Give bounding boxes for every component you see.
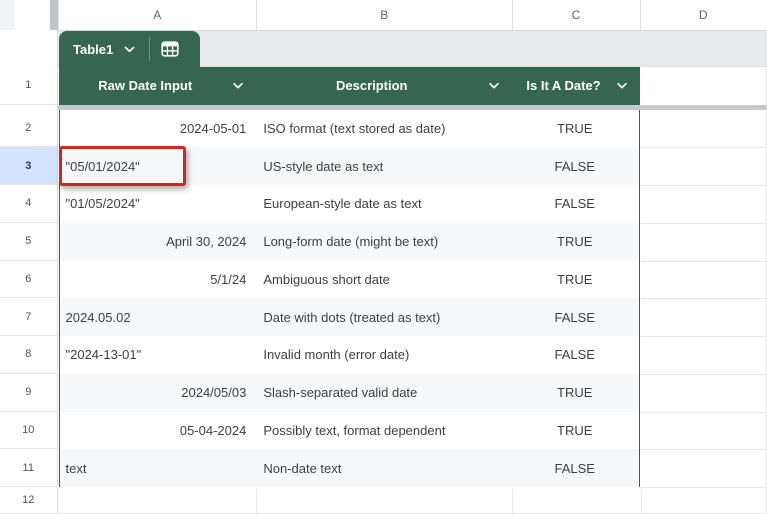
gutter-corner	[0, 0, 15, 30]
row-header-5[interactable]: 5	[0, 223, 57, 261]
cell-raw-date-input[interactable]: 2024/05/03	[60, 374, 257, 412]
row-header-2[interactable]: 2	[0, 110, 57, 148]
chevron-down-icon[interactable]	[616, 82, 628, 90]
row-header-12[interactable]: 12	[0, 487, 57, 514]
cell-is-it-a-date[interactable]: TRUE	[511, 261, 639, 299]
cell-is-it-a-date[interactable]: TRUE	[511, 374, 639, 412]
row-header-4[interactable]: 4	[0, 185, 57, 223]
table-row: 05-04-2024Possibly text, format dependen…	[60, 412, 639, 450]
cell-description[interactable]: Possibly text, format dependent	[256, 412, 511, 450]
gridline	[641, 374, 767, 375]
cell-raw-date-input[interactable]: text	[60, 449, 257, 487]
column-header-strip: ABCD	[0, 0, 767, 31]
table-row: "05/01/2024"US-style date as textFALSE	[60, 147, 639, 185]
gridline	[641, 298, 767, 299]
table-grid-icon[interactable]	[161, 41, 179, 57]
column-header-C[interactable]: C	[512, 0, 640, 30]
row-header-10[interactable]: 10	[0, 412, 57, 450]
gridline	[641, 412, 767, 413]
chevron-down-icon[interactable]	[123, 45, 136, 54]
cell-raw-date-input[interactable]: 5/1/24	[60, 261, 257, 299]
cell-raw-date-input[interactable]: "01/05/2024"	[60, 185, 257, 223]
cell-raw-date-input[interactable]: April 30, 2024	[60, 223, 257, 261]
cell-raw-date-input[interactable]: 2024-05-01	[60, 110, 257, 148]
row-header-8[interactable]: 8	[0, 336, 57, 374]
cell-raw-date-input[interactable]: "05/01/2024"	[60, 147, 257, 185]
gridline	[641, 487, 767, 488]
column-header-description[interactable]: Description	[256, 67, 512, 105]
table-row: "2024-13-01"Invalid month (error date)FA…	[60, 336, 639, 374]
row-header-11[interactable]: 11	[0, 449, 57, 487]
gridline	[641, 336, 767, 337]
cell-is-it-a-date[interactable]: FALSE	[511, 449, 639, 487]
spreadsheet: ABCD Table1 Raw Date Input Descriptio	[0, 0, 767, 514]
cell-is-it-a-date[interactable]: FALSE	[511, 185, 639, 223]
row-header-1[interactable]: 1	[0, 67, 57, 105]
row-header-7[interactable]: 7	[0, 298, 57, 336]
cell-is-it-a-date[interactable]: FALSE	[511, 147, 639, 185]
gridline	[641, 261, 767, 262]
gutter-corner-bar	[50, 0, 58, 30]
table-row: April 30, 2024Long-form date (might be t…	[60, 223, 639, 261]
chevron-down-icon[interactable]	[488, 82, 500, 90]
gridline	[512, 489, 513, 514]
cell-description[interactable]: European-style date as text	[256, 185, 511, 223]
column-header-A[interactable]: A	[58, 0, 257, 30]
cell-description[interactable]: US-style date as text	[256, 147, 511, 185]
cell-description[interactable]: Slash-separated valid date	[256, 374, 511, 412]
cell-description[interactable]: Non-date text	[256, 449, 511, 487]
gridline	[256, 489, 257, 514]
cell-is-it-a-date[interactable]: FALSE	[511, 298, 639, 336]
table-row: 2024-05-01ISO format (text stored as dat…	[60, 110, 639, 148]
cell-description[interactable]: Date with dots (treated as text)	[256, 298, 511, 336]
cell-is-it-a-date[interactable]: FALSE	[511, 336, 639, 374]
cell-raw-date-input[interactable]: "2024-13-01"	[60, 336, 257, 374]
table-row: "01/05/2024"European-style date as textF…	[60, 185, 639, 223]
table-row: 5/1/24Ambiguous short dateTRUE	[60, 261, 639, 299]
gridline	[641, 449, 767, 450]
cell-description[interactable]: Long-form date (might be text)	[256, 223, 511, 261]
cell-raw-date-input[interactable]: 2024.05.02	[60, 298, 257, 336]
cell-description[interactable]: Ambiguous short date	[256, 261, 511, 299]
tab-divider	[149, 37, 150, 61]
gridline	[641, 489, 642, 514]
table-row: 2024.05.02Date with dots (treated as tex…	[60, 298, 639, 336]
table-row: textNon-date textFALSE	[60, 449, 639, 487]
cell-is-it-a-date[interactable]: TRUE	[511, 110, 639, 148]
table-row: 2024/05/03Slash-separated valid dateTRUE	[60, 374, 639, 412]
gridline	[641, 223, 767, 224]
table-body: 2024-05-01ISO format (text stored as dat…	[59, 110, 640, 488]
row-header-gutter: 123456789101112	[0, 30, 58, 514]
column-header-D[interactable]: D	[640, 0, 767, 30]
column-header-B[interactable]: B	[256, 0, 512, 30]
column-header-is-it-a-date[interactable]: Is It A Date?	[512, 67, 640, 105]
chevron-down-icon[interactable]	[232, 82, 244, 90]
row-header-9[interactable]: 9	[0, 374, 57, 412]
gridline	[641, 147, 767, 148]
table-header-row: Raw Date Input Description Is It A Date?	[59, 67, 640, 105]
cell-description[interactable]: Invalid month (error date)	[256, 336, 511, 374]
table-name-label: Table1	[73, 42, 113, 57]
table-name-tab[interactable]: Table1	[59, 31, 200, 67]
cell-is-it-a-date[interactable]: TRUE	[511, 223, 639, 261]
cell-description[interactable]: ISO format (text stored as date)	[256, 110, 511, 148]
row-header-3[interactable]: 3	[0, 147, 57, 185]
gridline	[641, 185, 767, 186]
cell-raw-date-input[interactable]: 05-04-2024	[60, 412, 257, 450]
cell-is-it-a-date[interactable]: TRUE	[511, 412, 639, 450]
row-header-6[interactable]: 6	[0, 261, 57, 299]
column-header-raw-date-input[interactable]: Raw Date Input	[59, 67, 257, 105]
